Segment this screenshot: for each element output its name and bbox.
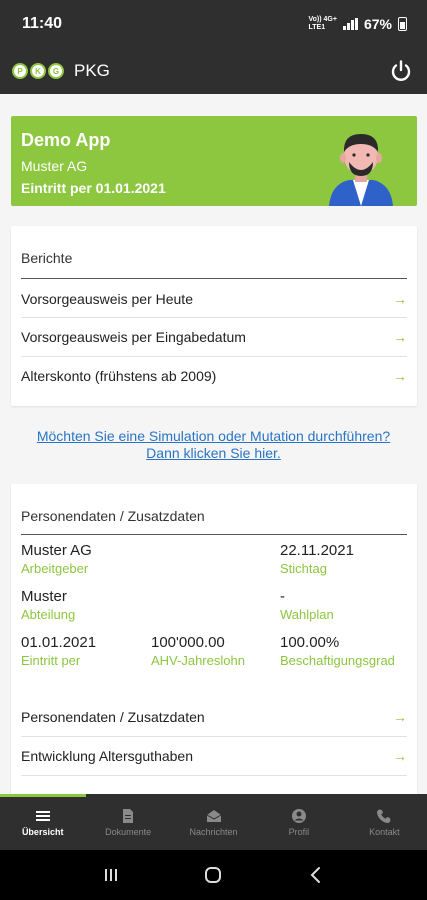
field-value: 01.01.2021 — [21, 634, 97, 651]
field-value: 22.11.2021 — [280, 542, 354, 559]
field-value: 100.00% — [280, 634, 340, 651]
system-navigation — [0, 850, 427, 900]
nav-profile[interactable]: Profil — [256, 794, 341, 850]
pkg-logo: P K G — [12, 63, 64, 79]
field-employer: Muster AG Arbeitgeber — [21, 542, 92, 576]
bottom-navigation: Übersicht Dokumente Nachrichten Profil K… — [0, 794, 427, 850]
nav-overview[interactable]: Übersicht — [0, 794, 85, 850]
simulation-link-line2[interactable]: Dann klicken Sie hier. — [0, 445, 427, 462]
network-indicator: Vo)) 4G+ LTE1 — [308, 16, 337, 31]
nav-label: Dokumente — [105, 826, 152, 837]
field-entry: 01.01.2021 Eintritt per — [21, 634, 96, 668]
field-label: Stichtag — [280, 561, 327, 576]
link-personal-data[interactable]: Personendaten / Zusatzdaten → — [21, 698, 407, 736]
active-tab-indicator — [0, 794, 86, 797]
reports-heading-divider — [21, 278, 407, 279]
field-degree: 100.00% Beschaftigungsgrad — [280, 634, 406, 668]
recent-apps-icon[interactable] — [101, 865, 121, 885]
report-item-label: Alterskonto (frühstens ab 2009) — [21, 368, 217, 384]
status-bar: 11:40 Vo)) 4G+ LTE1 67% — [0, 0, 427, 48]
field-label: Arbeitgeber — [21, 561, 89, 576]
person-icon — [291, 808, 306, 823]
menu-icon — [35, 810, 50, 821]
nav-label: Profil — [288, 826, 310, 837]
app-title: PKG — [74, 61, 110, 80]
arrow-right-icon: → — [393, 748, 407, 764]
simulation-link[interactable]: Möchten Sie eine Simulation oder Mutatio… — [0, 428, 427, 462]
person-heading-divider — [21, 534, 407, 535]
field-salary: 100'000.00 AHV-Jahreslohn — [151, 634, 245, 668]
field-label: Abteilung — [21, 607, 76, 622]
nav-contact[interactable]: Kontakt — [342, 794, 427, 850]
hero-entry-date: Eintritt per 01.01.2021 — [21, 180, 166, 196]
person-data-card: Personendaten / Zusatzdaten Muster AG Ar… — [11, 484, 417, 794]
hero-card: Demo App Muster AG Eintritt per 01.01.20… — [11, 116, 417, 206]
app-bar: P K G PKG — [0, 48, 427, 94]
field-label: Eintritt per — [21, 653, 81, 668]
status-icons: Vo)) 4G+ LTE1 67% — [308, 16, 407, 32]
arrow-right-icon: → — [393, 709, 407, 725]
power-icon[interactable] — [389, 59, 413, 83]
avatar-illustration — [329, 134, 393, 206]
signal-icon — [342, 18, 358, 30]
report-item-alterskonto[interactable]: Alterskonto (frühstens ab 2009) → — [21, 357, 407, 395]
nav-label: Kontakt — [369, 826, 400, 837]
hero-title: Demo App — [21, 130, 111, 150]
battery-icon — [398, 17, 407, 31]
logo-letter-g: G — [48, 63, 64, 79]
phone-icon — [377, 809, 391, 823]
field-label: Wahlplan — [280, 607, 334, 622]
nav-documents[interactable]: Dokumente — [85, 794, 170, 850]
hero-company: Muster AG — [21, 158, 88, 174]
field-value: Muster AG — [21, 542, 92, 559]
mail-icon — [206, 809, 221, 822]
field-date: 22.11.2021 Stichtag — [280, 542, 354, 576]
field-value: 100'000.00 — [151, 634, 225, 651]
link-retirement-development[interactable]: Entwicklung Altersguthaben → — [21, 737, 407, 775]
reports-heading: Berichte — [21, 250, 73, 266]
reports-card: Berichte Vorsorgeausweis per Heute → Vor… — [11, 226, 417, 406]
home-icon[interactable] — [203, 865, 223, 885]
nav-label: Übersicht — [21, 826, 64, 837]
person-heading: Personendaten / Zusatzdaten — [21, 508, 205, 524]
main-content[interactable]: Demo App Muster AG Eintritt per 01.01.20… — [0, 94, 427, 794]
row-divider — [21, 775, 407, 776]
document-icon — [123, 808, 134, 823]
arrow-right-icon: → — [393, 329, 407, 345]
report-item-label: Vorsorgeausweis per Eingabedatum — [21, 329, 246, 345]
report-item-label: Vorsorgeausweis per Heute — [21, 291, 193, 307]
link-label: Entwicklung Altersguthaben — [21, 748, 193, 764]
field-plan: - Wahlplan — [280, 588, 334, 622]
logo-letter-p: P — [12, 63, 28, 79]
report-item-vorsorge-eingabedatum[interactable]: Vorsorgeausweis per Eingabedatum → — [21, 318, 407, 356]
logo-letter-k: K — [30, 63, 46, 79]
link-label: Personendaten / Zusatzdaten — [21, 709, 205, 725]
battery-percent: 67% — [363, 16, 392, 32]
arrow-right-icon: → — [393, 291, 407, 307]
field-label: Beschaftigungsgrad — [280, 653, 395, 668]
field-department: Muster Abteilung — [21, 588, 75, 622]
field-value: - — [280, 588, 285, 605]
nav-label: Nachrichten — [189, 826, 238, 837]
arrow-right-icon: → — [393, 368, 407, 384]
report-item-vorsorge-heute[interactable]: Vorsorgeausweis per Heute → — [21, 280, 407, 318]
field-label: AHV-Jahreslohn — [151, 653, 245, 668]
field-value: Muster — [21, 588, 67, 605]
status-time: 11:40 — [22, 15, 63, 32]
simulation-link-line1[interactable]: Möchten Sie eine Simulation oder Mutatio… — [0, 428, 427, 445]
nav-messages[interactable]: Nachrichten — [171, 794, 256, 850]
back-icon[interactable] — [306, 865, 326, 885]
